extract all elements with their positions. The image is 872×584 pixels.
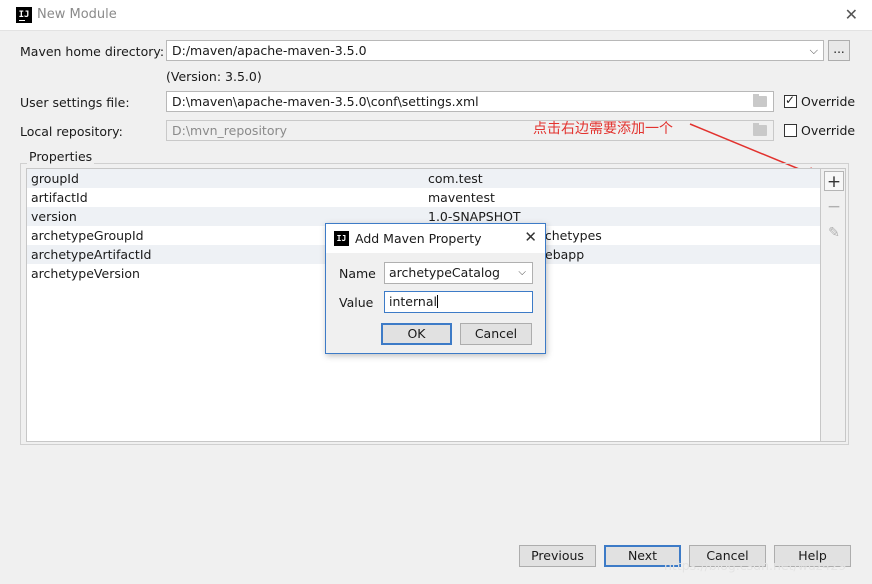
watermark: https://blog.csdn.net/wuz429: [664, 558, 847, 573]
property-key: archetypeArtifactId: [31, 247, 152, 262]
property-key: groupId: [31, 171, 79, 186]
close-icon[interactable]: ✕: [524, 228, 537, 246]
property-key: archetypeGroupId: [31, 228, 144, 243]
properties-toolbar: + − ✎: [821, 168, 846, 442]
property-key: archetypeVersion: [31, 266, 140, 281]
remove-property-button[interactable]: −: [824, 197, 844, 217]
property-key: artifactId: [31, 190, 88, 205]
text-caret: [436, 295, 438, 308]
property-key: version: [31, 209, 77, 224]
dialog-cancel-button[interactable]: Cancel: [460, 323, 532, 345]
dialog-title-bar: IJ Add Maven Property ✕: [326, 224, 545, 253]
property-value: com.test: [428, 171, 483, 186]
name-label: Name: [339, 266, 376, 281]
property-value: ebapp: [545, 247, 585, 262]
property-value: maventest: [428, 190, 495, 205]
intellij-logo-icon: IJ: [334, 231, 349, 246]
table-row[interactable]: artifactId maventest: [27, 188, 820, 207]
table-row[interactable]: groupId com.test: [27, 169, 820, 188]
edit-property-button[interactable]: ✎: [824, 223, 844, 243]
name-value: archetypeCatalog: [389, 265, 500, 280]
add-maven-property-dialog: IJ Add Maven Property ✕ Name archetypeCa…: [325, 223, 546, 354]
value-text: internal: [389, 294, 437, 309]
chevron-down-icon[interactable]: ⌵: [518, 263, 526, 283]
value-input[interactable]: internal: [384, 291, 533, 313]
add-property-button[interactable]: +: [824, 171, 844, 192]
previous-button[interactable]: Previous: [519, 545, 596, 567]
name-combo[interactable]: archetypeCatalog ⌵: [384, 262, 533, 284]
properties-title: Properties: [27, 149, 95, 164]
value-label: Value: [339, 295, 374, 310]
ok-button[interactable]: OK: [381, 323, 452, 345]
property-value: rchetypes: [540, 228, 602, 243]
dialog-title: Add Maven Property: [355, 231, 482, 246]
